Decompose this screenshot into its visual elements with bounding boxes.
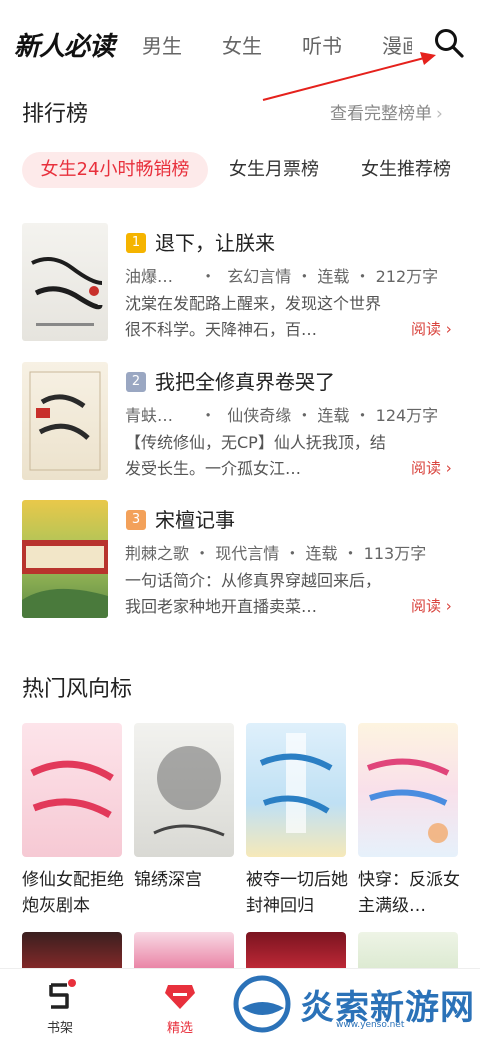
read-link[interactable]: 阅读 › bbox=[411, 595, 452, 616]
hot-book-1[interactable]: 修仙女配拒绝炮灰剧本 bbox=[22, 723, 124, 919]
dot-separator: ・ bbox=[194, 544, 211, 563]
book-title: 修仙女配拒绝炮灰剧本 bbox=[22, 870, 124, 916]
book-description: 一句话简介：从修真界穿越回来后，我回老家种地开直播卖菜… bbox=[125, 571, 382, 616]
book-meta: 青蚨… ・ 仙侠奇缘 ・ 连载 ・ 124万字 bbox=[125, 402, 438, 426]
book-status: 连载 bbox=[317, 406, 350, 425]
book-words: 212万字 bbox=[375, 267, 439, 286]
book-genre: 仙侠奇缘 bbox=[227, 406, 292, 425]
dot-separator: ・ bbox=[354, 406, 371, 425]
book-cover bbox=[358, 723, 458, 857]
book-meta: 荆棘之歌 ・ 现代言情 ・ 连载 ・ 113万字 bbox=[125, 540, 426, 564]
ranking-book-2[interactable]: 2 我把全修真界卷哭了 青蚨… ・ 仙侠奇缘 ・ 连载 ・ 124万字 【传统修… bbox=[0, 362, 480, 480]
book-status: 连载 bbox=[305, 544, 338, 563]
book-title: 宋檀记事 bbox=[155, 508, 235, 532]
read-link[interactable]: 阅读 › bbox=[411, 318, 452, 339]
hot-book-5-cover[interactable] bbox=[22, 932, 122, 972]
book-cover bbox=[22, 500, 108, 618]
tab-featured[interactable]: 精选 bbox=[150, 977, 210, 1036]
hot-book-4[interactable]: 快穿：反派女主满级… bbox=[358, 723, 460, 919]
ranking-title: 排行榜 bbox=[22, 102, 89, 127]
dot-separator: ・ bbox=[284, 544, 301, 563]
hot-book-3[interactable]: 被夺一切后她封神回归 bbox=[246, 723, 348, 919]
book-meta: 油爆… ・ 玄幻言情 ・ 连载 ・ 212万字 bbox=[125, 263, 438, 287]
book-status: 连载 bbox=[317, 267, 350, 286]
read-link-label: 阅读 bbox=[411, 320, 442, 338]
book-cover bbox=[134, 723, 234, 857]
chip-female-24h[interactable]: 女生24小时畅销榜 bbox=[22, 152, 208, 188]
ranking-book-1[interactable]: 1 退下，让朕来 油爆… ・ 玄幻言情 ・ 连载 ・ 212万字 沈棠在发配路上… bbox=[0, 223, 480, 341]
ranking-book-3[interactable]: 3 宋檀记事 荆棘之歌 ・ 现代言情 ・ 连载 ・ 113万字 一句话简介：从修… bbox=[0, 500, 480, 618]
tab-bookshelf[interactable]: 书架 bbox=[30, 977, 90, 1036]
book-author: 青蚨… bbox=[125, 406, 174, 425]
tab-bookshelf-label: 书架 bbox=[46, 1021, 73, 1036]
rank-badge: 1 bbox=[126, 233, 146, 253]
hot-book-2[interactable]: 锦绣深宫 bbox=[134, 723, 234, 893]
rank-badge: 3 bbox=[126, 510, 146, 530]
book-cover bbox=[22, 362, 108, 480]
read-link[interactable]: 阅读 › bbox=[411, 457, 452, 478]
book-words: 113万字 bbox=[363, 544, 427, 563]
bookshelf-icon bbox=[49, 979, 76, 1009]
chip-female-recommend[interactable]: 女生推荐榜 bbox=[361, 152, 451, 188]
hot-book-6-cover[interactable] bbox=[134, 932, 234, 972]
book-title: 退下，让朕来 bbox=[155, 231, 275, 255]
hot-book-8-cover[interactable] bbox=[358, 932, 458, 972]
book-title: 锦绣深宫 bbox=[134, 870, 202, 890]
read-link-label: 阅读 bbox=[411, 597, 442, 615]
watermark-url: www.yenso.net bbox=[336, 1020, 405, 1030]
dot-separator: ・ bbox=[354, 267, 371, 286]
book-cover bbox=[22, 723, 122, 857]
tab-featured-label: 精选 bbox=[166, 1021, 193, 1036]
hot-section-title: 热门风向标 bbox=[22, 677, 133, 702]
featured-icon bbox=[165, 985, 195, 1009]
chip-female-monthly[interactable]: 女生月票榜 bbox=[229, 152, 319, 188]
dot-separator: ・ bbox=[200, 267, 217, 286]
chevron-right-icon: › bbox=[436, 104, 443, 124]
rank-badge: 2 bbox=[126, 372, 146, 392]
book-genre: 现代言情 bbox=[215, 544, 280, 563]
book-cover bbox=[246, 723, 346, 857]
read-link-label: 阅读 bbox=[411, 459, 442, 477]
dot-separator: ・ bbox=[296, 406, 313, 425]
book-author: 荆棘之歌 bbox=[125, 544, 190, 563]
hot-book-7-cover[interactable] bbox=[246, 932, 346, 972]
dot-separator: ・ bbox=[200, 406, 217, 425]
dot-separator: ・ bbox=[296, 267, 313, 286]
view-full-ranking-label: 查看完整榜单 bbox=[330, 104, 432, 124]
book-description: 沈棠在发配路上醒来，发现这个世界很不科学。天降神石，百… bbox=[125, 294, 382, 339]
book-title: 我把全修真界卷哭了 bbox=[155, 370, 335, 394]
book-genre: 玄幻言情 bbox=[227, 267, 292, 286]
book-title: 快穿：反派女主满级… bbox=[358, 870, 460, 916]
view-full-ranking-link[interactable]: 查看完整榜单 › bbox=[330, 99, 443, 124]
book-title: 被夺一切后她封神回归 bbox=[246, 870, 348, 916]
book-cover bbox=[22, 223, 108, 341]
book-author: 油爆… bbox=[125, 267, 174, 286]
dot-separator: ・ bbox=[342, 544, 359, 563]
book-words: 124万字 bbox=[375, 406, 439, 425]
book-description: 【传统修仙，无CP】仙人抚我顶，结发受长生。一介孤女江… bbox=[125, 433, 386, 478]
